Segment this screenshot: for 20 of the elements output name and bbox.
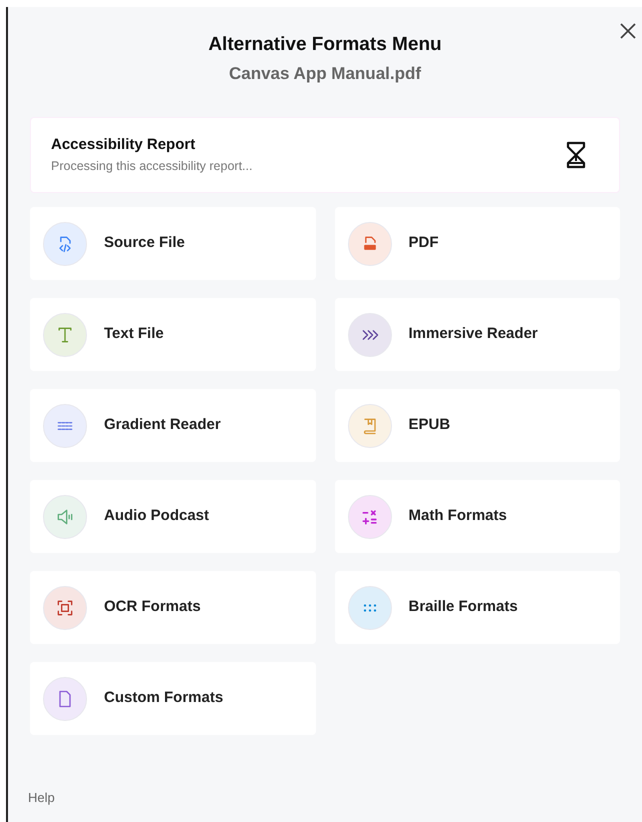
dialog-title: Alternative Formats Menu: [208, 33, 442, 57]
format-option[interactable]: Immersive Reader: [334, 298, 620, 371]
format-option[interactable]: Math Formats: [334, 480, 620, 553]
format-option[interactable]: Source File: [30, 207, 316, 280]
close-button[interactable]: [618, 21, 638, 41]
format-option[interactable]: Text File: [30, 298, 316, 371]
format-option[interactable]: Custom Formats: [30, 662, 316, 735]
close-icon: [619, 22, 637, 40]
format-option[interactable]: Audio Podcast: [30, 480, 316, 553]
format-option[interactable]: Gradient Reader: [30, 389, 316, 462]
format-option[interactable]: PDF: [334, 207, 620, 280]
help-link[interactable]: Help: [28, 790, 55, 805]
report-card[interactable]: Accessibility Report Processing this accessibility report...: [30, 117, 620, 193]
report-status: Processing this accessibility report...: [51, 158, 252, 175]
hourglass-icon: [565, 141, 587, 169]
file-name: Canvas App Manual.pdf: [228, 62, 422, 84]
format-option[interactable]: OCR Formats: [30, 571, 316, 644]
format-option[interactable]: Braille Formats: [334, 571, 620, 644]
format-option[interactable]: EPUB: [334, 389, 620, 462]
report-title: Accessibility Report: [51, 135, 196, 156]
